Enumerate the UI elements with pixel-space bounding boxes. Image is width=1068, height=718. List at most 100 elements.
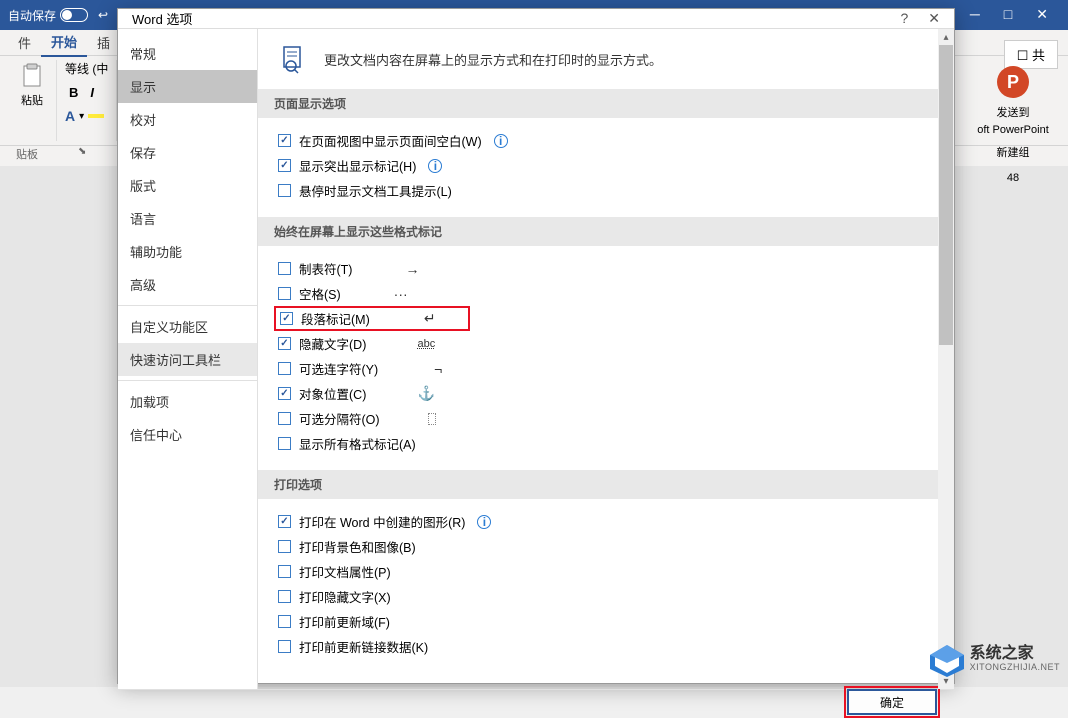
chk-print-drawings-label[interactable]: 打印在 Word 中创建的图形(R) xyxy=(299,512,465,531)
chk-print-drawings[interactable] xyxy=(278,515,291,528)
target-label: oft PowerPoint xyxy=(977,124,1049,136)
break-symbol xyxy=(428,413,436,425)
ok-button-highlight: 确定 xyxy=(844,686,940,718)
chk-optional-hyphens[interactable] xyxy=(278,362,291,375)
nav-accessibility[interactable]: 辅助功能 xyxy=(118,235,257,268)
font-group: 等线 (中 B I A ▾ xyxy=(57,60,117,141)
nav-save[interactable]: 保存 xyxy=(118,136,257,169)
chk-update-fields-label[interactable]: 打印前更新域(F) xyxy=(299,612,390,631)
chk-paragraph-marks[interactable] xyxy=(280,312,293,325)
intro-row: 更改文档内容在屏幕上的显示方式和在打印时的显示方式。 xyxy=(258,29,954,89)
autosave-toggle[interactable]: 自动保存 ↩ xyxy=(8,7,108,24)
chk-spaces[interactable] xyxy=(278,287,291,300)
chk-tabs-label[interactable]: 制表符(T) xyxy=(299,259,352,278)
dialog-title-text: Word 选项 xyxy=(132,9,192,28)
nav-layout[interactable]: 版式 xyxy=(118,169,257,202)
chk-update-links-label[interactable]: 打印前更新链接数据(K) xyxy=(299,637,428,656)
text-effects-icon[interactable]: A xyxy=(65,108,75,124)
toggle-switch[interactable] xyxy=(60,8,88,22)
chk-tooltips-label[interactable]: 悬停时显示文档工具提示(L) xyxy=(299,181,452,200)
bold-button[interactable]: B xyxy=(65,83,82,102)
chk-tabs[interactable] xyxy=(278,262,291,275)
nav-quick-access[interactable]: 快速访问工具栏 xyxy=(118,343,257,376)
chk-update-fields[interactable] xyxy=(278,615,291,628)
watermark-logo xyxy=(926,641,966,677)
hyphen-symbol: ¬ xyxy=(426,361,450,377)
font-name[interactable]: 等线 (中 xyxy=(65,60,108,77)
send-to-label: 发送到 xyxy=(997,104,1030,120)
info-icon[interactable]: i xyxy=(494,134,508,148)
powerpoint-icon[interactable]: P xyxy=(995,64,1031,100)
minimize-button[interactable]: ─ xyxy=(962,6,988,23)
paragraph-symbol: ↵ xyxy=(418,310,442,327)
new-group-label: 新建组 xyxy=(997,144,1030,160)
chk-optional-hyphens-label[interactable]: 可选连字符(Y) xyxy=(299,359,378,378)
highlighted-paragraph-marks: 段落标记(M) ↵ xyxy=(274,306,470,331)
nav-display[interactable]: 显示 xyxy=(118,70,257,103)
dialog-body: 常规 显示 校对 保存 版式 语言 辅助功能 高级 自定义功能区 快速访问工具栏… xyxy=(118,28,954,689)
chk-spaces-label[interactable]: 空格(S) xyxy=(299,284,341,303)
chk-paragraph-marks-label[interactable]: 段落标记(M) xyxy=(301,309,370,328)
section-formatting-marks-header: 始终在屏幕上显示这些格式标记 xyxy=(258,217,954,246)
right-panel: P 发送到 oft PowerPoint 新建组 48 xyxy=(958,56,1068,184)
nav-general[interactable]: 常规 xyxy=(118,37,257,70)
dialog-titlebar: Word 选项 ? ✕ xyxy=(118,9,954,28)
hidden-symbol: abc xyxy=(414,338,438,350)
nav-customize-ribbon[interactable]: 自定义功能区 xyxy=(118,310,257,343)
chk-optional-breaks[interactable] xyxy=(278,412,291,425)
scrollbar[interactable]: ▴ ▾ xyxy=(938,29,954,689)
nav-proofing[interactable]: 校对 xyxy=(118,103,257,136)
watermark-url: XITONGZHIJIA.NET xyxy=(970,662,1060,672)
chk-page-whitespace-label[interactable]: 在页面视图中显示页面间空白(W) xyxy=(299,131,482,150)
chk-print-props[interactable] xyxy=(278,565,291,578)
options-content: 更改文档内容在屏幕上的显示方式和在打印时的显示方式。 页面显示选项 在页面视图中… xyxy=(258,29,954,689)
tab-symbol: → xyxy=(400,261,424,277)
nav-trust-center[interactable]: 信任中心 xyxy=(118,418,257,451)
dialog-close-button[interactable]: ✕ xyxy=(928,10,940,27)
tab-home[interactable]: 开始 xyxy=(41,28,87,57)
section-print-options-header: 打印选项 xyxy=(258,470,954,499)
nav-sidebar: 常规 显示 校对 保存 版式 语言 辅助功能 高级 自定义功能区 快速访问工具栏… xyxy=(118,29,258,689)
chk-print-hidden-label[interactable]: 打印隐藏文字(X) xyxy=(299,587,391,606)
watermark-brand: 系统之家 xyxy=(970,646,1060,662)
close-button[interactable]: ✕ xyxy=(1028,6,1056,23)
chk-tooltips[interactable] xyxy=(278,184,291,197)
scrollbar-thumb[interactable] xyxy=(939,45,953,345)
chk-highlight-marks-label[interactable]: 显示突出显示标记(H) xyxy=(299,156,416,175)
italic-button[interactable]: I xyxy=(86,83,98,102)
nav-advanced[interactable]: 高级 xyxy=(118,268,257,301)
section-page-display-header: 页面显示选项 xyxy=(258,89,954,118)
tab-insert[interactable]: 插 xyxy=(87,29,120,56)
dialog-footer: 确定 xyxy=(118,689,954,714)
chk-page-whitespace[interactable] xyxy=(278,134,291,147)
nav-addins[interactable]: 加载项 xyxy=(118,385,257,418)
word-options-dialog: Word 选项 ? ✕ 常规 显示 校对 保存 版式 语言 辅助功能 高级 自定… xyxy=(117,8,955,684)
chk-hidden-text-label[interactable]: 隐藏文字(D) xyxy=(299,334,366,353)
chk-object-anchors-label[interactable]: 对象位置(C) xyxy=(299,384,366,403)
chk-print-bg[interactable] xyxy=(278,540,291,553)
info-icon[interactable]: i xyxy=(428,159,442,173)
chk-print-props-label[interactable]: 打印文档属性(P) xyxy=(299,562,391,581)
paste-group[interactable]: 粘贴 xyxy=(8,60,57,141)
highlight-icon[interactable] xyxy=(88,114,104,118)
svg-text:P: P xyxy=(1007,72,1019,92)
scroll-up-button[interactable]: ▴ xyxy=(938,29,954,45)
dialog-help-button[interactable]: ? xyxy=(900,10,908,27)
chk-hidden-text[interactable] xyxy=(278,337,291,350)
chk-all-marks[interactable] xyxy=(278,437,291,450)
chk-object-anchors[interactable] xyxy=(278,387,291,400)
chk-print-bg-label[interactable]: 打印背景色和图像(B) xyxy=(299,537,416,556)
space-symbol: ··· xyxy=(389,286,413,302)
ok-button[interactable]: 确定 xyxy=(848,690,936,714)
watermark: 系统之家 XITONGZHIJIA.NET xyxy=(926,641,1060,677)
chk-optional-breaks-label[interactable]: 可选分隔符(O) xyxy=(299,409,380,428)
chk-highlight-marks[interactable] xyxy=(278,159,291,172)
maximize-button[interactable]: □ xyxy=(996,6,1020,23)
number-label: 48 xyxy=(1007,172,1019,184)
tab-file[interactable]: 件 xyxy=(8,29,41,56)
chk-update-links[interactable] xyxy=(278,640,291,653)
chk-all-marks-label[interactable]: 显示所有格式标记(A) xyxy=(299,434,416,453)
info-icon[interactable]: i xyxy=(477,515,491,529)
chk-print-hidden[interactable] xyxy=(278,590,291,603)
nav-language[interactable]: 语言 xyxy=(118,202,257,235)
